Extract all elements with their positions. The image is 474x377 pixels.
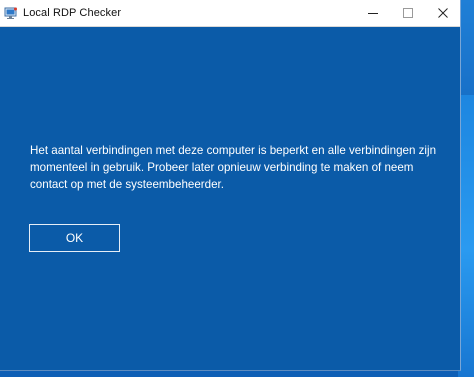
maximize-button[interactable] <box>390 0 425 26</box>
maximize-icon <box>402 8 413 18</box>
desktop-background: Local RDP Checker Het aantal verbindinge… <box>0 0 474 377</box>
dialog-content: Het aantal verbindingen met deze compute… <box>0 27 460 370</box>
title-bar[interactable]: Local RDP Checker <box>0 0 460 27</box>
app-window: Local RDP Checker Het aantal verbindinge… <box>0 0 461 371</box>
caption-buttons <box>355 0 460 26</box>
close-button[interactable] <box>425 0 460 26</box>
remote-desktop-icon <box>4 6 18 20</box>
connection-limit-message: Het aantal verbindingen met deze compute… <box>30 144 437 191</box>
ok-button[interactable]: OK <box>29 224 120 252</box>
close-icon <box>437 8 448 18</box>
minimize-icon <box>367 8 378 18</box>
minimize-button[interactable] <box>355 0 390 26</box>
window-title: Local RDP Checker <box>23 7 122 19</box>
